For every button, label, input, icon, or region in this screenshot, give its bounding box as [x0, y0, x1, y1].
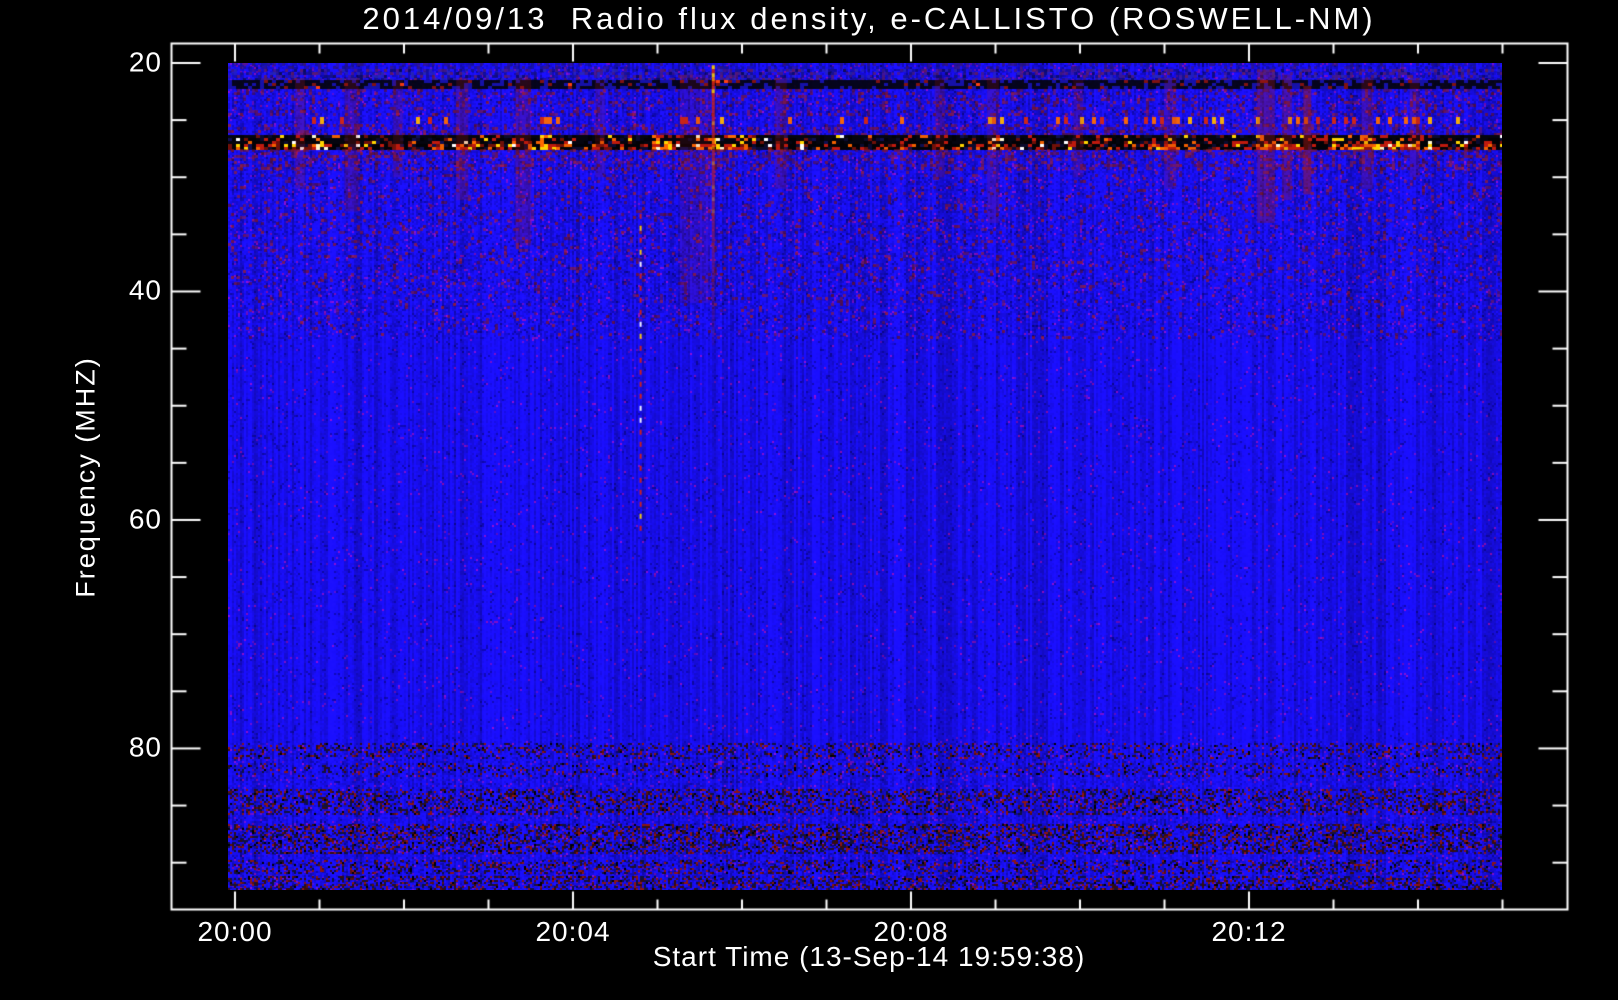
axes-frame-and-ticks	[0, 0, 1618, 1000]
y-tick-label-60: 60	[128, 503, 162, 535]
spectrogram-plot-window: 2014/09/13 Radio flux density, e-CALLIST…	[0, 0, 1618, 1000]
x-axis-title: Start Time (13-Sep-14 19:59:38)	[652, 941, 1086, 972]
y-tick-label-40: 40	[128, 274, 162, 306]
y-tick-label-80: 80	[128, 731, 162, 763]
y-tick-label-20: 20	[128, 46, 162, 78]
